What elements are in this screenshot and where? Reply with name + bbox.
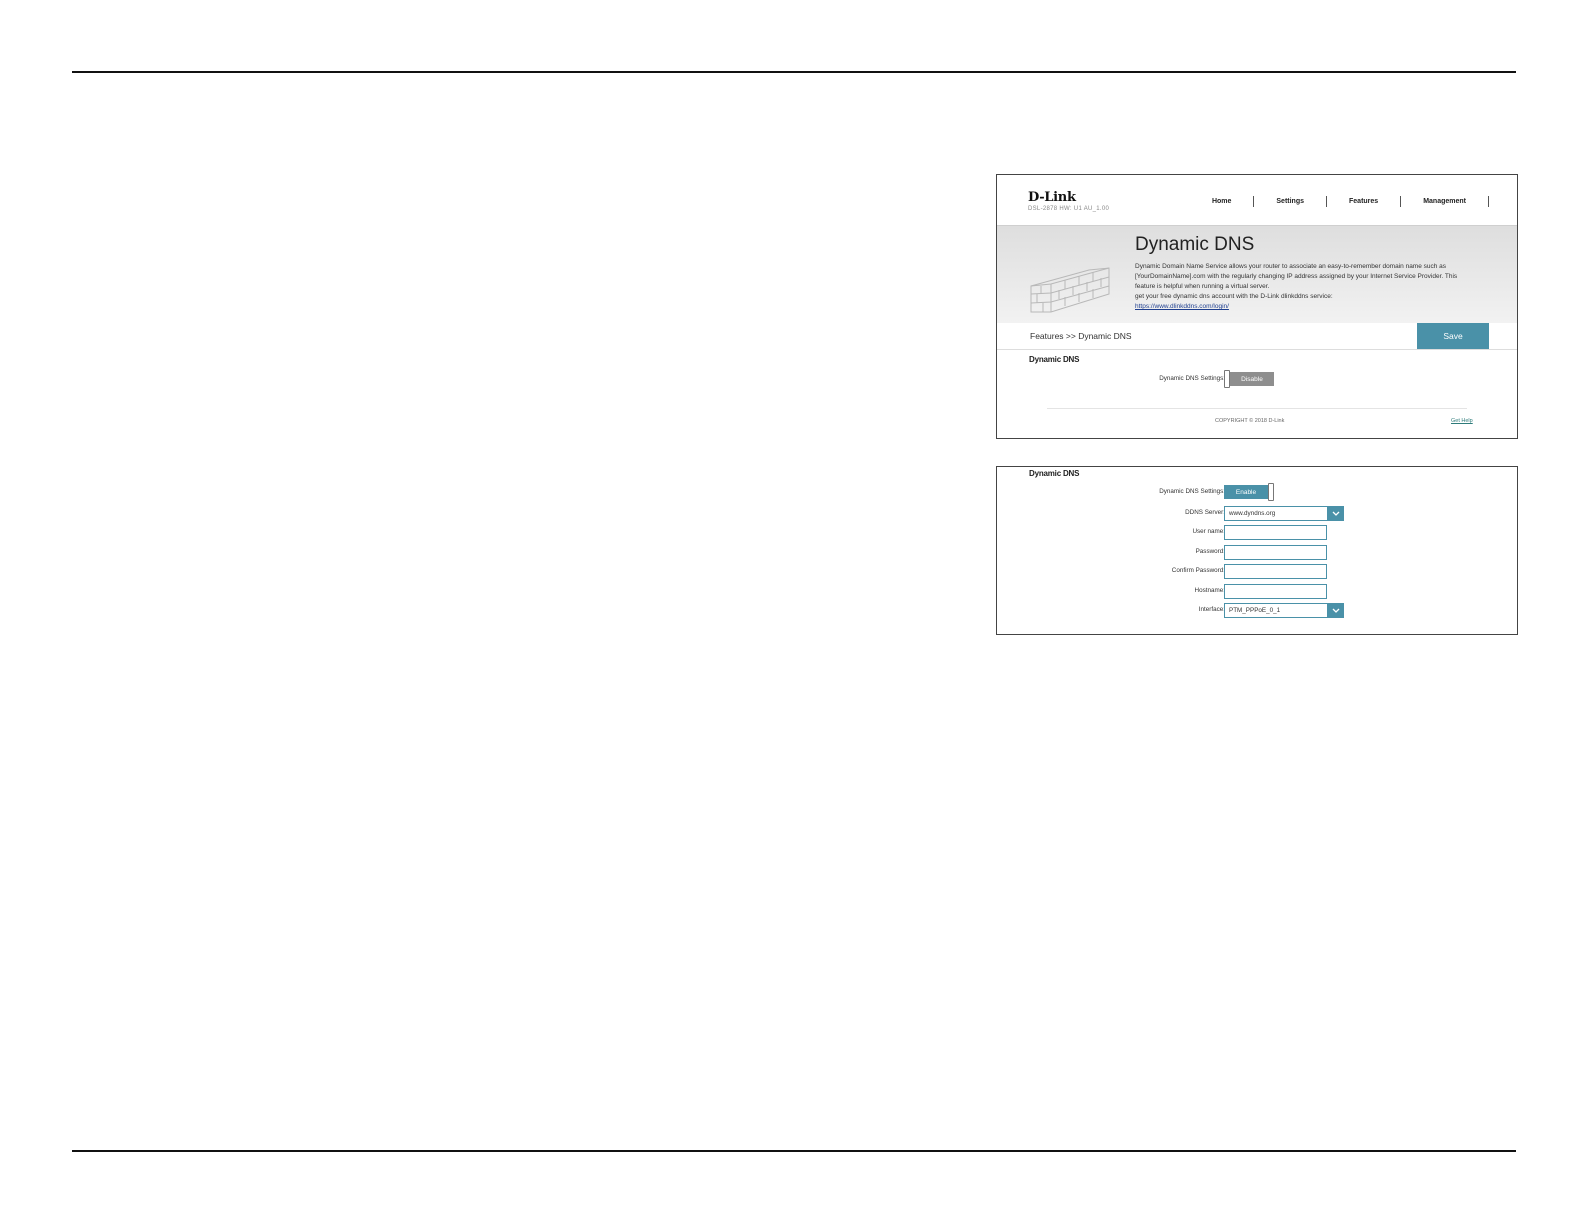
hero-banner: Dynamic DNS Dynamic Domain Name Service … bbox=[997, 225, 1517, 324]
footer-divider bbox=[1047, 408, 1467, 409]
ddns-server-select[interactable]: www.dyndns.org bbox=[1224, 506, 1344, 521]
toggle-state-label: Enable bbox=[1224, 485, 1268, 499]
breadcrumb-bar: Features >> Dynamic DNS Save bbox=[997, 323, 1517, 350]
hostname-input[interactable] bbox=[1224, 584, 1327, 599]
page-title: Dynamic DNS bbox=[1135, 234, 1255, 255]
username-label: User name: bbox=[1192, 528, 1225, 535]
router-ui-screenshot-disabled: D-Link DSL-2878 HW: U1 AU_1.00 Home Sett… bbox=[996, 174, 1518, 439]
password-input[interactable] bbox=[1224, 545, 1327, 560]
hero-desc-line: get your free dynamic dns account with t… bbox=[1135, 293, 1333, 300]
toggle-knob bbox=[1268, 483, 1274, 501]
ddns-server-value: www.dyndns.org bbox=[1229, 510, 1276, 517]
interface-label: Interface: bbox=[1198, 606, 1225, 613]
dlinkddns-link[interactable]: https://www.dlinkddns.com/login/ bbox=[1135, 302, 1495, 312]
get-help-link[interactable]: Get Help bbox=[1451, 418, 1473, 424]
ddns-toggle[interactable]: Disable bbox=[1224, 370, 1274, 388]
toggle-state-label: Disable bbox=[1230, 372, 1274, 386]
hostname-label: Hostname: bbox=[1194, 587, 1225, 594]
hero-desc-line: feature is helpful when running a virtua… bbox=[1135, 283, 1270, 290]
hero-desc-line: Dynamic Domain Name Service allows your … bbox=[1135, 263, 1447, 270]
ddns-toggle[interactable]: Enable bbox=[1224, 483, 1274, 501]
password-label: Password: bbox=[1195, 548, 1225, 555]
copyright-text: COPYRIGHT © 2018 D-Link bbox=[1215, 418, 1285, 424]
nav-management[interactable]: Management bbox=[1401, 196, 1489, 207]
section-title: Dynamic DNS bbox=[1029, 469, 1080, 478]
ddns-server-label: DDNS Server: bbox=[1185, 509, 1225, 516]
ddns-settings-label: Dynamic DNS Settings: bbox=[1159, 488, 1225, 495]
nav-settings[interactable]: Settings bbox=[1254, 196, 1328, 207]
brand: D-Link DSL-2878 HW: U1 AU_1.00 bbox=[1028, 190, 1109, 212]
ddns-settings-label: Dynamic DNS Settings: bbox=[1159, 375, 1225, 382]
model-info: DSL-2878 HW: U1 AU_1.00 bbox=[1028, 206, 1110, 212]
interface-select[interactable]: PTM_PPPoE_0_1 bbox=[1224, 603, 1344, 618]
bottom-rule bbox=[72, 1150, 1516, 1152]
breadcrumb: Features >> Dynamic DNS bbox=[1030, 331, 1132, 341]
save-button[interactable]: Save bbox=[1417, 323, 1489, 349]
dlink-logo: D-Link bbox=[1028, 190, 1076, 205]
hero-text: Dynamic DNS Dynamic Domain Name Service … bbox=[1135, 234, 1495, 312]
nav-features[interactable]: Features bbox=[1327, 196, 1402, 207]
confirm-password-label: Confirm Password: bbox=[1171, 567, 1225, 574]
nav-home[interactable]: Home bbox=[1212, 196, 1255, 207]
chevron-down-icon[interactable] bbox=[1327, 603, 1344, 618]
firewall-wall-icon bbox=[1030, 267, 1110, 313]
top-nav: Home Settings Features Management bbox=[1212, 196, 1489, 207]
top-rule bbox=[72, 71, 1516, 73]
hero-desc-line: [YourDomainName].com with the regularly … bbox=[1135, 273, 1458, 280]
username-input[interactable] bbox=[1224, 525, 1327, 540]
interface-value: PTM_PPPoE_0_1 bbox=[1229, 607, 1281, 614]
chevron-down-icon[interactable] bbox=[1327, 506, 1344, 521]
confirm-password-input[interactable] bbox=[1224, 564, 1327, 579]
router-ui-screenshot-enabled: Dynamic DNS Dynamic DNS Settings: Enable… bbox=[996, 466, 1518, 635]
section-title: Dynamic DNS bbox=[1029, 355, 1080, 364]
